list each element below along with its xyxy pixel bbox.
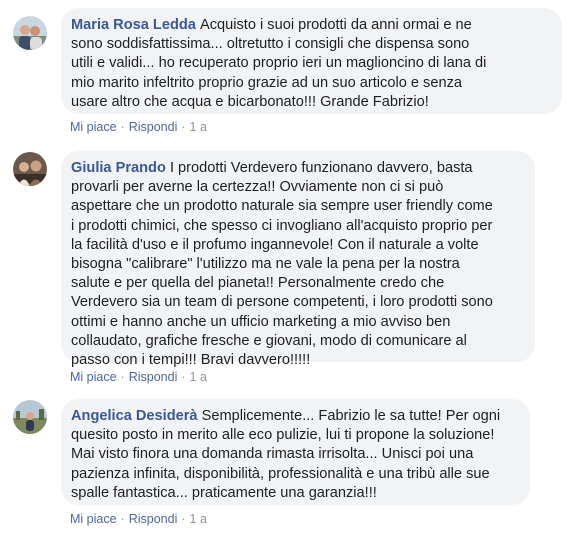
avatar-photo	[13, 16, 47, 50]
comment-text-line: utili e validi... ho recuperato proprio …	[71, 55, 487, 72]
avatar[interactable]	[13, 400, 47, 434]
comment-text-line: ottimi e hanno anche un ufficio marketin…	[71, 313, 451, 330]
separator-dot: ·	[120, 512, 125, 526]
comment-text-line: mio marito infeltrito proprio grazie ad …	[71, 74, 462, 91]
comment-text-line: collaudato, grafiche fresche e giovani, …	[71, 332, 467, 349]
comment-text-line: passo con i tempi!!! Bravi davvero!!!!!	[71, 352, 311, 369]
comment-text-line: sono soddisfattissima... oltretutto i co…	[71, 36, 470, 53]
comment-text-line: provarli per averne la certezza!! Ovviam…	[71, 179, 444, 196]
comment-text-line: Mai visto finora una domanda rimasta irr…	[71, 446, 474, 463]
comment-text-line: i prodotti chimici, che spesso ci invogl…	[71, 217, 493, 234]
like-link[interactable]: Mi piace	[70, 370, 117, 384]
separator-dot: ·	[120, 370, 125, 384]
comment-bubble: Angelica Desiderà Semplicemente... Fabri…	[61, 399, 530, 505]
comment-author[interactable]: Giulia Prando	[71, 160, 166, 176]
avatar[interactable]	[13, 152, 47, 186]
comment-actions: Mi piace · Rispondi · 1 a	[70, 370, 207, 384]
comment-actions: Mi piace · Rispondi · 1 a	[70, 120, 207, 134]
separator-dot: ·	[181, 512, 186, 526]
comment-text-line: usare altro che acqua e bicarbonato!!! G…	[71, 93, 429, 110]
avatar-photo	[13, 400, 47, 434]
comment-text-line: I prodotti Verdevero funzionano davvero,…	[169, 160, 473, 176]
separator-dot: ·	[120, 120, 125, 134]
comment-text-line: Verdevero sia un team di persone compete…	[71, 294, 493, 311]
comment-text-line: aspettare che un prodotto naturale sia s…	[71, 198, 493, 215]
comment-text-line: pazienza infinita, disponibilità, profes…	[71, 465, 490, 482]
reply-link[interactable]: Rispondi	[129, 120, 178, 134]
avatar[interactable]	[13, 16, 47, 50]
separator-dot: ·	[181, 370, 186, 384]
comment-author[interactable]: Maria Rosa Ledda	[71, 17, 196, 33]
comment-text-line: salute e per quella del pianeta!! Person…	[71, 275, 445, 292]
like-link[interactable]: Mi piace	[70, 512, 117, 526]
comment-text-line: spalle fantastica... praticamente una ga…	[71, 484, 377, 501]
comment-bubble: Maria Rosa Ledda Acquisto i suoi prodott…	[61, 8, 562, 114]
separator-dot: ·	[181, 120, 186, 134]
comment-timestamp[interactable]: 1 a	[190, 120, 207, 134]
comment-timestamp[interactable]: 1 a	[190, 370, 207, 384]
comment-timestamp[interactable]: 1 a	[190, 512, 207, 526]
like-link[interactable]: Mi piace	[70, 120, 117, 134]
avatar-photo	[13, 152, 47, 186]
comment-bubble: Giulia Prando I prodotti Verdevero funzi…	[61, 151, 535, 368]
comment-text-line: quesito posto in merito alle eco pulizie…	[71, 427, 495, 444]
comment-text-line: bisogna "calibrare" l'utilizzo ma ne val…	[71, 256, 460, 273]
comment-author[interactable]: Angelica Desiderà	[71, 408, 198, 424]
reply-link[interactable]: Rispondi	[129, 512, 178, 526]
comment-actions: Mi piace · Rispondi · 1 a	[70, 512, 207, 526]
comment-text-line: la facilità d'uso e il profumo ingannevo…	[71, 236, 479, 253]
comment-text-line: Semplicemente... Fabrizio le sa tutte! P…	[201, 408, 501, 424]
reply-link[interactable]: Rispondi	[129, 370, 178, 384]
comment-text-line: Acquisto i suoi prodotti da anni ormai e…	[199, 17, 472, 33]
